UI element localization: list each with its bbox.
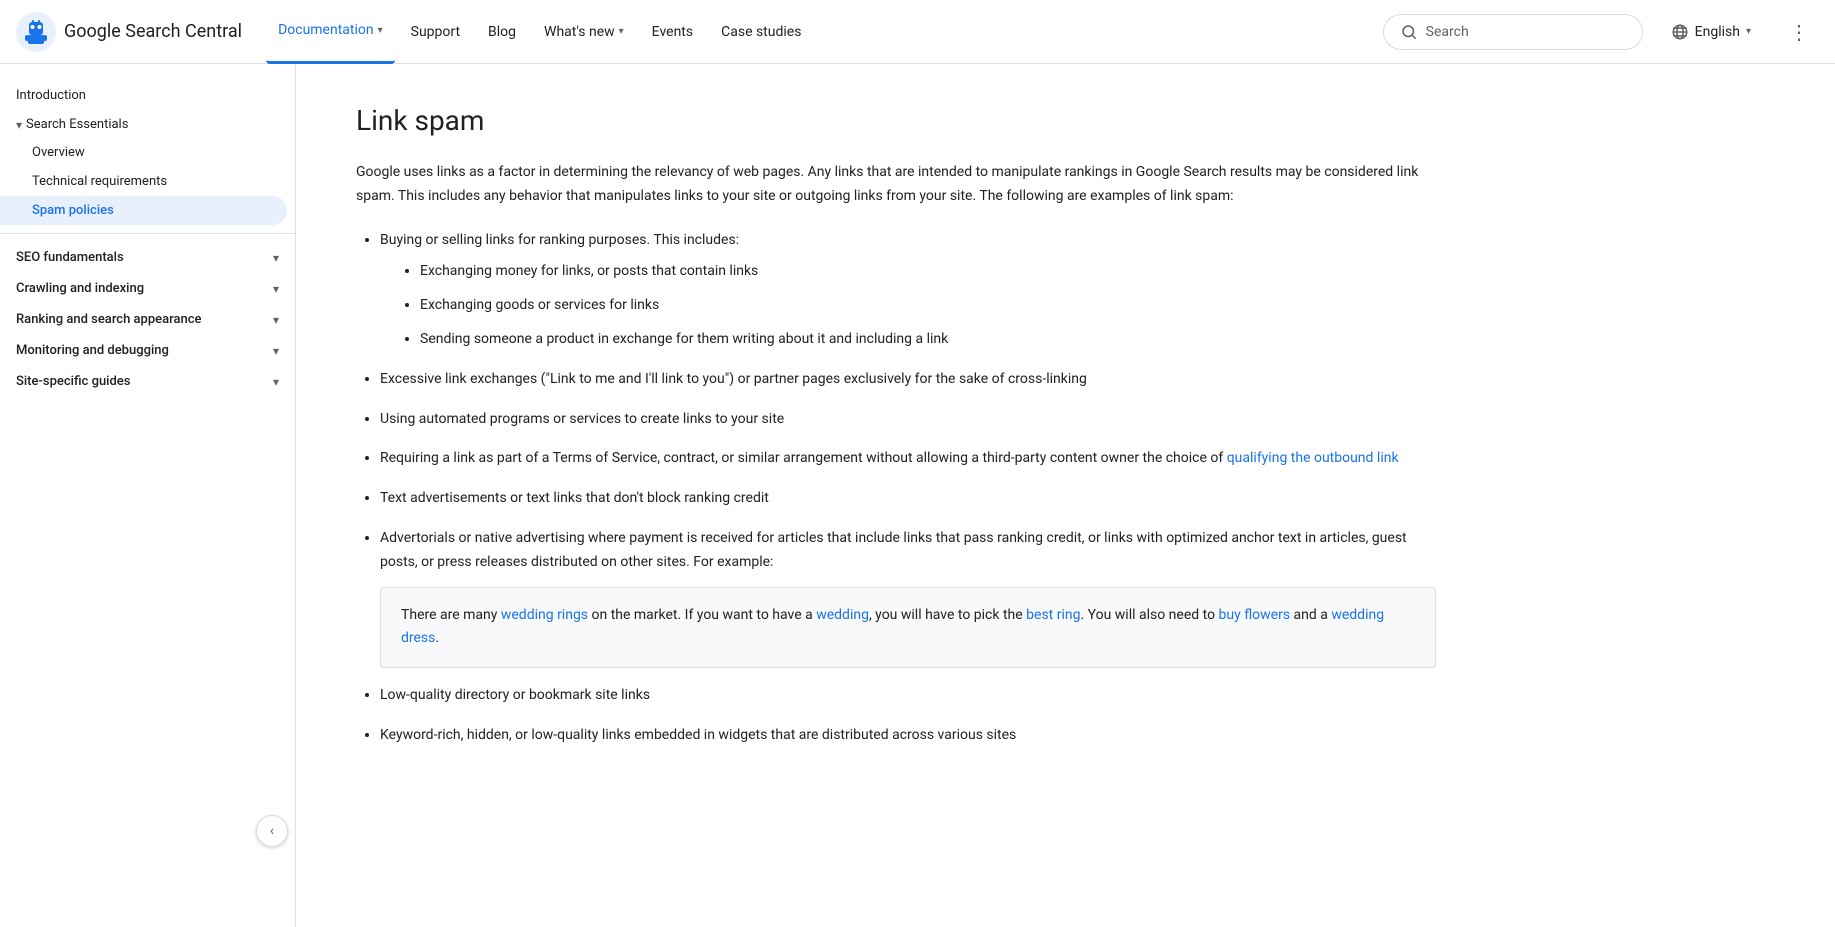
sidebar-item-monitoring-debugging[interactable]: Monitoring and debugging ▾ xyxy=(0,335,295,366)
ranking-appearance-chevron-icon: ▾ xyxy=(273,313,279,327)
intro-paragraph: Google uses links as a factor in determi… xyxy=(356,161,1436,209)
search-bar[interactable]: Search xyxy=(1383,14,1643,50)
logo-icon xyxy=(16,12,56,52)
search-essentials-arrow-icon: ▾ xyxy=(16,118,22,132)
language-button[interactable]: English ▾ xyxy=(1659,15,1763,49)
main-nav: Documentation ▾ Support Blog What's new … xyxy=(266,0,1383,64)
sidebar-item-ranking-search-appearance[interactable]: Ranking and search appearance ▾ xyxy=(0,304,295,335)
crawling-indexing-chevron-icon: ▾ xyxy=(273,282,279,296)
logo-link[interactable]: Google Search Central xyxy=(16,12,242,52)
sidebar-divider-1 xyxy=(0,233,295,234)
list-item-low-quality-directory: • Low-quality directory or bookmark site… xyxy=(380,684,1436,708)
globe-icon xyxy=(1671,23,1689,41)
page-container: Introduction ▾ Search Essentials Overvie… xyxy=(0,64,1835,804)
sidebar-item-introduction[interactable]: Introduction xyxy=(0,80,295,111)
link-spam-list: • Buying or selling links for ranking pu… xyxy=(356,229,1436,748)
sidebar-item-spam-policies[interactable]: Spam policies xyxy=(0,196,287,225)
sidebar: Introduction ▾ Search Essentials Overvie… xyxy=(0,64,296,927)
example-box: There are many wedding rings on the mark… xyxy=(380,587,1436,669)
best-ring-link[interactable]: best ring xyxy=(1026,607,1080,623)
buy-flowers-link[interactable]: buy flowers xyxy=(1219,607,1291,623)
logo-text: Google Search Central xyxy=(64,21,242,42)
list-item-advertorials: • Advertorials or native advertising whe… xyxy=(380,527,1436,668)
page-title: Link spam xyxy=(356,104,1436,137)
nav-support[interactable]: Support xyxy=(399,0,472,64)
documentation-chevron-icon: ▾ xyxy=(378,25,383,36)
sub-list-buying: • Exchanging money for links, or posts t… xyxy=(404,260,1436,351)
list-item-buying-selling: • Buying or selling links for ranking pu… xyxy=(380,229,1436,352)
search-icon xyxy=(1400,23,1418,41)
main-content: Link spam Google uses links as a factor … xyxy=(296,64,1496,804)
wedding-link[interactable]: wedding xyxy=(816,607,869,623)
site-specific-guides-chevron-icon: ▾ xyxy=(273,375,279,389)
sidebar-item-seo-fundamentals[interactable]: SEO fundamentals ▾ xyxy=(0,242,295,273)
sidebar-collapse-button[interactable]: ‹ xyxy=(256,815,288,847)
sub-item-product: • Sending someone a product in exchange … xyxy=(420,328,1436,352)
list-item-excessive-exchanges: • Excessive link exchanges ("Link to me … xyxy=(380,368,1436,392)
header: Google Search Central Documentation ▾ Su… xyxy=(0,0,1835,64)
qualifying-outbound-link[interactable]: qualifying the outbound link xyxy=(1227,450,1399,466)
more-button[interactable]: ⋮ xyxy=(1779,12,1819,52)
monitoring-debugging-chevron-icon: ▾ xyxy=(273,344,279,358)
sidebar-item-search-essentials[interactable]: ▾ Search Essentials xyxy=(0,111,295,138)
list-item-keyword-rich: • Keyword-rich, hidden, or low-quality l… xyxy=(380,724,1436,748)
nav-events[interactable]: Events xyxy=(640,0,705,64)
nav-documentation[interactable]: Documentation ▾ xyxy=(266,0,395,64)
list-item-automated-programs: • Using automated programs or services t… xyxy=(380,408,1436,432)
sidebar-item-technical-requirements[interactable]: Technical requirements xyxy=(0,167,295,196)
seo-fundamentals-chevron-icon: ▾ xyxy=(273,251,279,265)
sidebar-item-overview[interactable]: Overview xyxy=(0,138,295,167)
sub-item-goods: • Exchanging goods or services for links xyxy=(420,294,1436,318)
sub-item-money: • Exchanging money for links, or posts t… xyxy=(420,260,1436,284)
language-chevron-icon: ▾ xyxy=(1746,26,1751,37)
search-label: Search xyxy=(1426,24,1469,40)
sidebar-item-crawling-indexing[interactable]: Crawling and indexing ▾ xyxy=(0,273,295,304)
sidebar-item-site-specific-guides[interactable]: Site-specific guides ▾ xyxy=(0,366,295,397)
nav-whats-new[interactable]: What's new ▾ xyxy=(532,0,636,64)
language-label: English xyxy=(1695,24,1740,40)
list-item-text-ads: • Text advertisements or text links that… xyxy=(380,487,1436,511)
whats-new-chevron-icon: ▾ xyxy=(619,26,624,37)
wedding-rings-link[interactable]: wedding rings xyxy=(501,607,588,623)
nav-case-studies[interactable]: Case studies xyxy=(709,0,813,64)
header-right: Search English ▾ ⋮ xyxy=(1383,12,1819,52)
list-item-tos: • Requiring a link as part of a Terms of… xyxy=(380,447,1436,471)
nav-blog[interactable]: Blog xyxy=(476,0,528,64)
